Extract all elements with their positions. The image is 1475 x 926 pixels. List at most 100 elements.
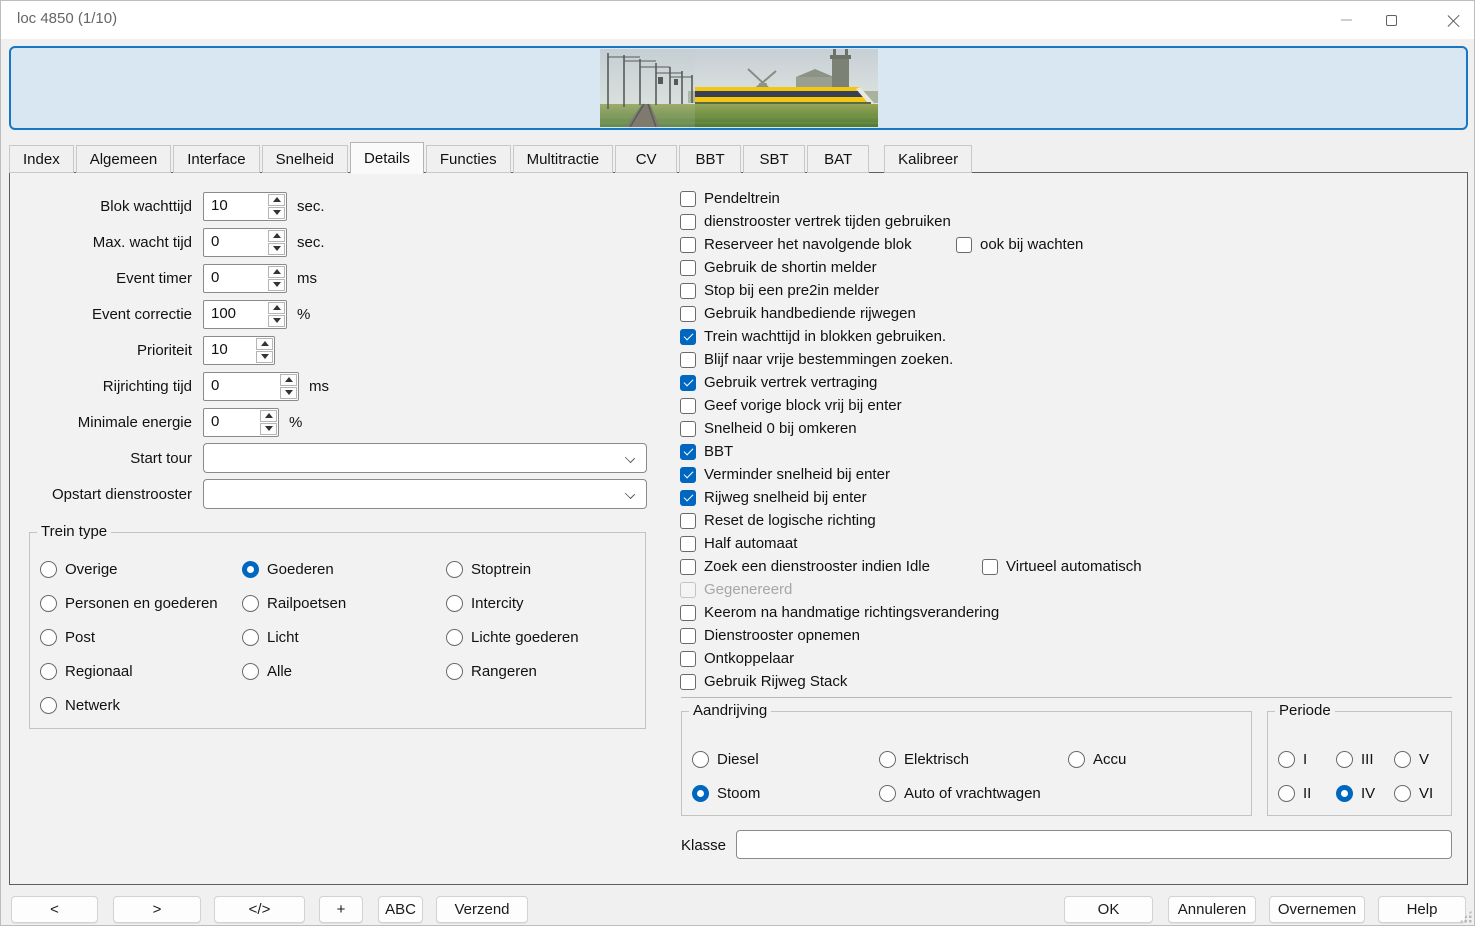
maximize-button[interactable] (1368, 1, 1414, 39)
close-button[interactable] (1430, 1, 1475, 39)
radio-licht[interactable]: Licht (242, 626, 446, 648)
spin-down-button[interactable] (268, 243, 285, 255)
checkbox-dienstrooster-opnemen[interactable]: Dienstrooster opnemen (680, 627, 860, 644)
checkbox-blijf-vrije-bestemmingen[interactable]: Blijf naar vrije bestemmingen zoeken. (680, 351, 953, 368)
minimale-energie-input[interactable]: 0 (203, 408, 279, 437)
event-correctie-input[interactable]: 100 (203, 300, 287, 329)
checkbox-reserveer-navolgende-blok[interactable]: Reserveer het navolgende blok (680, 236, 912, 253)
tab-bat[interactable]: BAT (807, 145, 869, 173)
checkbox-shortin-melder[interactable]: Gebruik de shortin melder (680, 259, 877, 276)
spin-up-button[interactable] (268, 266, 285, 278)
tab-algemeen[interactable]: Algemeen (76, 145, 172, 173)
radio-periode-iv[interactable]: IV (1336, 782, 1394, 804)
checkbox-trein-wachttijd-blokken[interactable]: Trein wachttijd in blokken gebruiken. (680, 328, 946, 345)
checkbox-box (680, 237, 696, 253)
checkbox-rijweg-snelheid-enter[interactable]: Rijweg snelheid bij enter (680, 489, 867, 506)
checkbox-keerom-handmatige-richtingsverandering[interactable]: Keerom na handmatige richtingsveranderin… (680, 604, 999, 621)
checkbox-reset-logische-richting[interactable]: Reset de logische richting (680, 512, 876, 529)
spin-up-button[interactable] (268, 230, 285, 242)
tab-functies[interactable]: Functies (426, 145, 511, 173)
radio-accu[interactable]: Accu (1068, 748, 1251, 770)
radio-periode-iii[interactable]: III (1336, 748, 1394, 770)
start-tour-dropdown[interactable] (203, 443, 647, 473)
code-button[interactable]: </> (214, 896, 305, 923)
annuleren-button[interactable]: Annuleren (1168, 896, 1256, 923)
spin-up-button[interactable] (256, 338, 273, 350)
tab-interface[interactable]: Interface (173, 145, 259, 173)
checkbox-gebruik-rijweg-stack[interactable]: Gebruik Rijweg Stack (680, 673, 847, 690)
radio-rangeren[interactable]: Rangeren (446, 660, 645, 682)
event-timer-input[interactable]: 0 (203, 264, 287, 293)
radio-lichte-goederen[interactable]: Lichte goederen (446, 626, 645, 648)
checkbox-handbediende-rijwegen[interactable]: Gebruik handbediende rijwegen (680, 305, 916, 322)
checkbox-geef-vorige-block-vrij[interactable]: Geef vorige block vrij bij enter (680, 397, 902, 414)
checkbox-snelheid-0-omkeren[interactable]: Snelheid 0 bij omkeren (680, 420, 857, 437)
spin-down-button[interactable] (260, 423, 277, 435)
spin-down-button[interactable] (268, 207, 285, 219)
radio-stoptrein[interactable]: Stoptrein (446, 558, 645, 580)
radio-periode-v[interactable]: V (1394, 748, 1451, 770)
abc-button[interactable]: ABC (378, 896, 423, 923)
next-button[interactable]: > (113, 896, 201, 923)
checkbox-dienstrooster-vertrek-tijden[interactable]: dienstrooster vertrek tijden gebruiken (680, 213, 951, 230)
minimize-button[interactable] (1323, 1, 1369, 39)
opstart-dienstrooster-dropdown[interactable] (203, 479, 647, 509)
prioriteit-input[interactable]: 10 (203, 336, 275, 365)
checkbox-vertrek-vertraging[interactable]: Gebruik vertrek vertraging (680, 374, 877, 391)
radio-goederen[interactable]: Goederen (242, 558, 446, 580)
help-button[interactable]: Help (1378, 896, 1466, 923)
verzend-button[interactable]: Verzend (436, 896, 528, 923)
radio-auto-of-vrachtwagen[interactable]: Auto of vrachtwagen (879, 782, 1068, 804)
prev-button[interactable]: < (11, 896, 98, 923)
banner-train-photo (600, 49, 878, 127)
max-wacht-tijd-input[interactable]: 0 (203, 228, 287, 257)
radio-stoom[interactable]: Stoom (692, 782, 879, 804)
spin-down-button[interactable] (268, 315, 285, 327)
radio-regionaal[interactable]: Regionaal (40, 660, 242, 682)
spin-down-button[interactable] (268, 279, 285, 291)
radio-overige[interactable]: Overige (40, 558, 242, 580)
chevron-down-icon (273, 210, 281, 215)
ok-button[interactable]: OK (1064, 896, 1153, 923)
tab-kalibreer[interactable]: Kalibreer (884, 145, 972, 173)
radio-personen-en-goederen[interactable]: Personen en goederen (40, 592, 242, 614)
spin-down-button[interactable] (280, 387, 297, 399)
radio-railpoetsen[interactable]: Railpoetsen (242, 592, 446, 614)
radio-periode-ii[interactable]: II (1278, 782, 1336, 804)
checkbox-verminder-snelheid-enter[interactable]: Verminder snelheid bij enter (680, 466, 890, 483)
radio-intercity[interactable]: Intercity (446, 592, 645, 614)
checkbox-virtueel-automatisch[interactable]: Virtueel automatisch (982, 558, 1142, 575)
rijrichting-tijd-input[interactable]: 0 (203, 372, 299, 401)
checkbox-ook-bij-wachten[interactable]: ook bij wachten (956, 236, 1083, 253)
checkbox-pendeltrein[interactable]: Pendeltrein (680, 190, 780, 207)
spin-up-button[interactable] (268, 194, 285, 206)
spin-up-button[interactable] (280, 374, 297, 386)
checkbox-stop-pre2in-melder[interactable]: Stop bij een pre2in melder (680, 282, 879, 299)
checkbox-bbt[interactable]: BBT (680, 443, 733, 460)
tab-bbt[interactable]: BBT (679, 145, 741, 173)
radio-periode-i[interactable]: I (1278, 748, 1336, 770)
radio-diesel[interactable]: Diesel (692, 748, 879, 770)
radio-post[interactable]: Post (40, 626, 242, 648)
radio-elektrisch[interactable]: Elektrisch (879, 748, 1068, 770)
blok-wachttijd-input[interactable]: 10 (203, 192, 287, 221)
tab-snelheid[interactable]: Snelheid (262, 145, 348, 173)
radio-alle[interactable]: Alle (242, 660, 446, 682)
tab-index[interactable]: Index (9, 145, 74, 173)
radio-netwerk[interactable]: Netwerk (40, 694, 242, 716)
overnemen-button[interactable]: Overnemen (1269, 896, 1365, 923)
checkbox-zoek-dienstrooster-idle[interactable]: Zoek een dienstrooster indien Idle (680, 558, 930, 575)
checkbox-ontkoppelaar[interactable]: Ontkoppelaar (680, 650, 794, 667)
tab-details[interactable]: Details (350, 142, 424, 174)
spin-up-button[interactable] (268, 302, 285, 314)
checkbox-box (680, 421, 696, 437)
spin-up-button[interactable] (260, 410, 277, 422)
klasse-input[interactable] (736, 830, 1452, 859)
add-button[interactable]: + (319, 896, 363, 923)
tab-cv[interactable]: CV (615, 145, 677, 173)
radio-periode-vi[interactable]: VI (1394, 782, 1451, 804)
checkbox-half-automaat[interactable]: Half automaat (680, 535, 797, 552)
tab-multitractie[interactable]: Multitractie (513, 145, 614, 173)
spin-down-button[interactable] (256, 351, 273, 363)
tab-sbt[interactable]: SBT (743, 145, 805, 173)
